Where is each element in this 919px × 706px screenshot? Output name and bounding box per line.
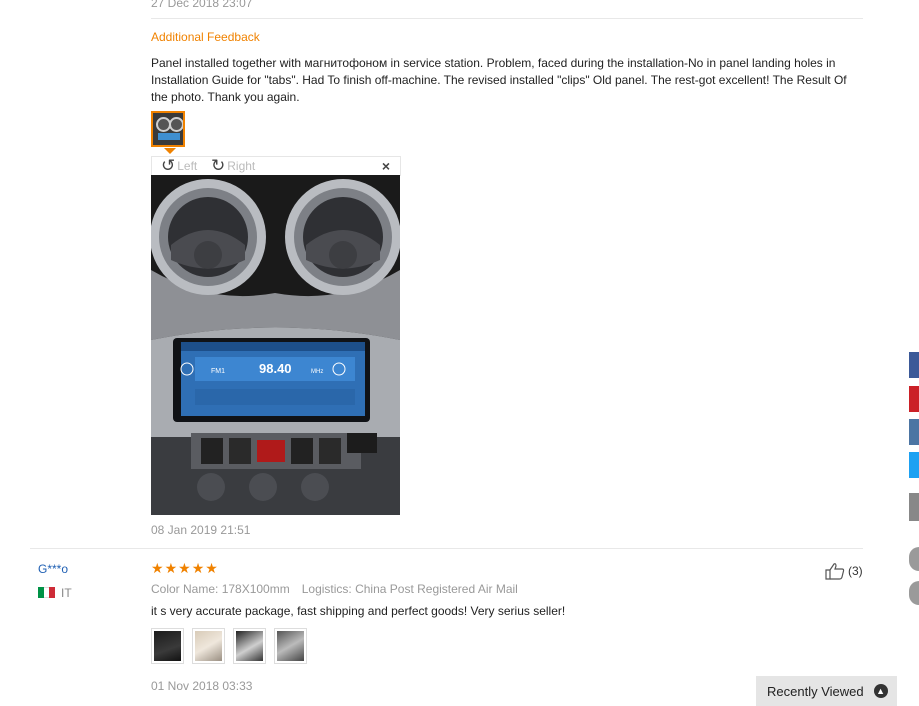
review-photo-thumbnail[interactable]	[274, 628, 307, 664]
rotate-right-icon: ↻	[211, 156, 226, 175]
review-photos	[151, 628, 307, 664]
star-rating: ★ ★ ★ ★ ★	[151, 561, 218, 575]
additional-feedback-title: Additional Feedback	[151, 30, 260, 44]
twitter-share-button[interactable]	[909, 452, 919, 478]
thumbnail-pointer	[164, 148, 176, 154]
feedback-photo-enlarged[interactable]: FM1 98.40 MHz	[151, 175, 400, 515]
chevron-up-icon: ▲	[873, 684, 888, 698]
rotate-right-button[interactable]: ↻ Right	[211, 156, 256, 175]
star-icon: ★	[164, 560, 178, 576]
reviewer-country: IT	[61, 586, 72, 600]
recently-viewed-label: Recently Viewed	[767, 683, 864, 699]
review-date: 01 Nov 2018 03:33	[151, 679, 253, 693]
side-round-button[interactable]	[909, 547, 919, 571]
feedback-date: 08 Jan 2019 21:51	[151, 523, 251, 537]
vk-share-button[interactable]	[909, 419, 919, 445]
car-dashboard-photo: FM1 98.40 MHz	[151, 175, 400, 515]
side-round-button[interactable]	[909, 581, 919, 605]
divider	[151, 18, 863, 19]
reviewer-name[interactable]: G***o	[38, 562, 68, 576]
star-icon: ★	[191, 560, 205, 576]
radio-unit-text: MHz	[311, 369, 323, 375]
pinterest-share-button[interactable]	[909, 386, 919, 412]
star-icon: ★	[178, 560, 191, 576]
star-icon: ★	[151, 560, 164, 576]
color-name-label: Color Name: 178X100mm	[151, 582, 290, 596]
review-photo-thumbnail[interactable]	[192, 628, 225, 664]
feedback-photo-thumbnail-active[interactable]	[151, 111, 185, 147]
facebook-share-button[interactable]	[909, 352, 919, 378]
review-photo-thumbnail[interactable]	[151, 628, 184, 664]
review-photo-thumbnail[interactable]	[233, 628, 266, 664]
additional-feedback-text: Panel installed together with магнитофон…	[151, 56, 847, 104]
review-text: it s very accurate package, fast shippin…	[151, 604, 566, 618]
recently-viewed-bar[interactable]: Recently Viewed ▲	[756, 676, 897, 706]
rotate-left-icon: ↺	[161, 156, 176, 175]
italy-flag-icon	[38, 587, 56, 598]
order-info: Color Name: 178X100mm Logistics: China Po…	[151, 582, 518, 596]
photo-viewer-toolbar: ↺ Left ↻ Right ×	[151, 156, 401, 176]
close-viewer-button[interactable]: ×	[382, 158, 390, 174]
previous-review-date: 27 Dec 2018 23:07	[151, 0, 253, 10]
more-share-button[interactable]	[909, 493, 919, 521]
star-icon: ★	[205, 560, 218, 576]
helpful-button[interactable]: (3)	[825, 562, 863, 580]
thumbs-up-icon	[825, 563, 845, 580]
logistics-label: Logistics: China Post Registered Air Mai…	[301, 582, 518, 596]
radio-frequency-text: 98.40	[259, 361, 292, 376]
rotate-left-label: Left	[177, 159, 198, 173]
rotate-left-button[interactable]: ↺ Left	[161, 156, 198, 175]
helpful-count: (3)	[848, 564, 863, 578]
divider	[30, 548, 863, 549]
rotate-right-label: Right	[227, 159, 256, 173]
radio-band-text: FM1	[211, 368, 225, 375]
